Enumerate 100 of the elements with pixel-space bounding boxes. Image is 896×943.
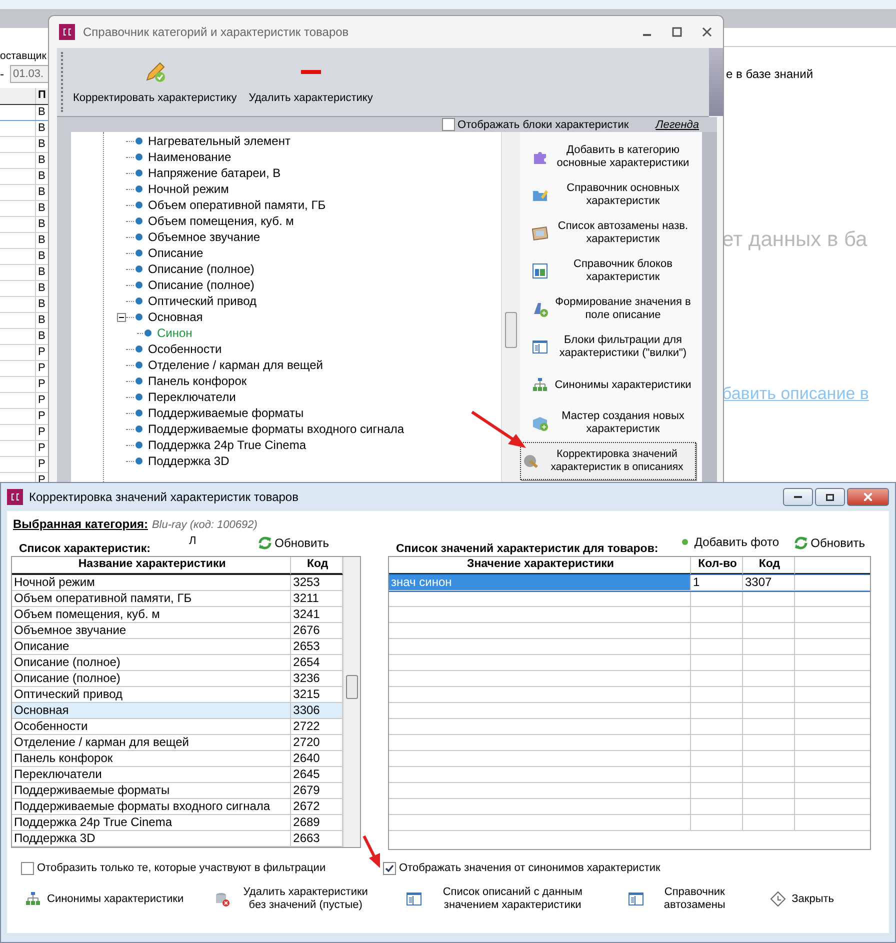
table-cell[interactable]: Панель конфорок bbox=[12, 751, 292, 767]
table-cell bbox=[691, 623, 743, 639]
tree-item[interactable]: Объем оперативной памяти, ГБ bbox=[148, 198, 326, 212]
tree-item[interactable]: Описание bbox=[148, 246, 204, 260]
tree-item[interactable]: Поддерживаемые форматы входного сигнала bbox=[148, 422, 404, 436]
close-button[interactable] bbox=[847, 488, 889, 506]
tree-item[interactable]: Поддержка 24p True Cinema bbox=[148, 438, 306, 452]
table-cell bbox=[691, 703, 743, 719]
table-cell[interactable]: Объем помещения, куб. м bbox=[12, 607, 292, 623]
scrollbar[interactable] bbox=[343, 557, 360, 847]
tree-item[interactable]: Синон bbox=[157, 326, 192, 340]
tree-item[interactable]: Ночной режим bbox=[148, 182, 229, 196]
table-cell[interactable]: Переключатели bbox=[12, 767, 292, 783]
table-cell[interactable]: Описание bbox=[12, 639, 292, 655]
list-title: Список характеристик: bbox=[19, 543, 150, 555]
action-button[interactable]: Справочник основных характеристик bbox=[520, 176, 702, 214]
action-button[interactable]: Справочник автозамены bbox=[628, 884, 740, 914]
action-button[interactable]: Список описаний с данным значением характеристики bbox=[406, 884, 598, 914]
tree-item[interactable]: Оптический привод bbox=[148, 294, 256, 308]
table-cell[interactable]: Описание (полное) bbox=[12, 655, 292, 671]
table-cell[interactable]: Описание (полное) bbox=[12, 671, 292, 687]
action-button[interactable]: Синонимы характеристики bbox=[25, 884, 184, 914]
range-dash: - bbox=[0, 67, 5, 81]
collapse-icon[interactable] bbox=[117, 312, 126, 322]
action-button[interactable]: Закрыть bbox=[770, 884, 834, 914]
node-icon bbox=[135, 345, 143, 353]
action-button[interactable]: Справочник блоков характеристик bbox=[520, 252, 702, 290]
table-cell[interactable]: Поддерживаемые форматы bbox=[12, 783, 292, 799]
node-icon bbox=[135, 169, 143, 177]
table-cell bbox=[743, 783, 795, 799]
action-button[interactable]: Корректировка значений характеристик в описаниях bbox=[520, 442, 696, 480]
toolbar-grip bbox=[61, 52, 65, 112]
table-cell[interactable]: Основная bbox=[12, 703, 292, 719]
table-cell bbox=[691, 815, 743, 831]
toolbar-button[interactable]: Удалить характеристику bbox=[246, 56, 375, 108]
close-icon[interactable] bbox=[701, 26, 713, 38]
refresh-button[interactable]: Обновить bbox=[256, 535, 329, 551]
category-label: Выбранная категория: bbox=[13, 517, 148, 531]
action-button[interactable]: Мастер создания новых характеристик bbox=[520, 404, 702, 442]
table-cell bbox=[691, 655, 743, 671]
column-header: Код bbox=[743, 557, 795, 575]
node-icon bbox=[135, 281, 143, 289]
table-cell bbox=[691, 719, 743, 735]
toolbar-button[interactable]: Корректировать характеристику bbox=[71, 56, 239, 108]
action-button[interactable]: Блоки фильтрации для характеристики ("вилки") bbox=[520, 328, 702, 366]
tree-item[interactable]: Основная bbox=[148, 310, 203, 324]
node-icon bbox=[135, 361, 143, 369]
tree-item[interactable]: Наименование bbox=[148, 150, 232, 164]
tree-item[interactable]: Объем помещения, куб. м bbox=[148, 214, 294, 228]
date-field[interactable]: 01.03. bbox=[10, 65, 49, 83]
table-cell[interactable]: Ночной режим bbox=[12, 575, 292, 591]
table-cell[interactable]: 1 bbox=[691, 575, 743, 591]
table-cell bbox=[691, 591, 743, 607]
table-cell bbox=[691, 799, 743, 815]
action-button[interactable]: Формирование значения в поле описание bbox=[520, 290, 702, 328]
node-icon bbox=[135, 265, 143, 273]
table-cell[interactable]: Поддерживаемые форматы входного сигнала bbox=[12, 799, 292, 815]
table-cell bbox=[691, 783, 743, 799]
minimize-button[interactable] bbox=[783, 488, 813, 506]
table-cell[interactable]: Объемное звучание bbox=[12, 623, 292, 639]
database-delete-icon bbox=[214, 891, 230, 907]
tree-item[interactable]: Поддержка 3D bbox=[148, 454, 230, 468]
table-cell[interactable]: Особенности bbox=[12, 719, 292, 735]
tree-item[interactable]: Нагревательный элемент bbox=[148, 134, 290, 148]
checkbox[interactable] bbox=[21, 862, 34, 874]
refresh-button[interactable]: Обновить bbox=[792, 535, 865, 551]
dot-icon bbox=[681, 538, 690, 546]
minus-icon bbox=[300, 70, 321, 74]
tree-item[interactable]: Поддерживаемые форматы bbox=[148, 406, 304, 420]
table-cell[interactable]: 3306 bbox=[291, 703, 343, 719]
table-cell[interactable]: 3307 bbox=[743, 575, 795, 591]
checkbox[interactable] bbox=[383, 862, 396, 874]
node-icon bbox=[135, 217, 143, 225]
tree-item[interactable]: Описание (полное) bbox=[148, 278, 254, 292]
action-button[interactable]: Список автозамены назв. характеристик bbox=[520, 214, 702, 252]
tree-item[interactable]: Отделение / карман для вещей bbox=[148, 358, 324, 372]
tree-item[interactable]: Особенности bbox=[148, 342, 222, 356]
action-button[interactable]: Удалить характеристики без значений (пустые) bbox=[214, 884, 376, 914]
checkbox[interactable] bbox=[442, 118, 455, 131]
table-cell[interactable]: Поддержка 24p True Cinema bbox=[12, 815, 292, 831]
maximize-button[interactable] bbox=[815, 488, 845, 506]
category-value: Blu-ray (код: 100692) bbox=[152, 519, 258, 531]
node-icon bbox=[135, 249, 143, 257]
add-photo-button[interactable]: Добавить фото bbox=[681, 535, 779, 549]
node-icon bbox=[135, 233, 143, 241]
tree-item[interactable]: Описание (полное) bbox=[148, 262, 254, 276]
table-cell[interactable]: Объем оперативной памяти, ГБ bbox=[12, 591, 292, 607]
tree-item[interactable]: Напряжение батареи, В bbox=[148, 166, 281, 180]
action-button[interactable]: Синонимы характеристики bbox=[520, 366, 702, 404]
action-button[interactable]: Добавить в категорию основные характеристики bbox=[520, 138, 702, 176]
table-cell[interactable]: Поддержка 3D bbox=[12, 831, 292, 847]
tree-item[interactable]: Переключатели bbox=[148, 390, 236, 404]
tree-item[interactable]: Панель конфорок bbox=[148, 374, 247, 388]
maximize-icon[interactable] bbox=[671, 26, 683, 38]
legend-link[interactable]: Легенда bbox=[656, 118, 699, 130]
table-cell-text: P bbox=[37, 425, 46, 440]
hierarchy-icon bbox=[25, 891, 41, 907]
disc-icon bbox=[523, 453, 539, 469]
table-cell[interactable]: Отделение / карман для вещей bbox=[12, 735, 292, 751]
tree-item[interactable]: Объемное звучание bbox=[148, 230, 260, 244]
